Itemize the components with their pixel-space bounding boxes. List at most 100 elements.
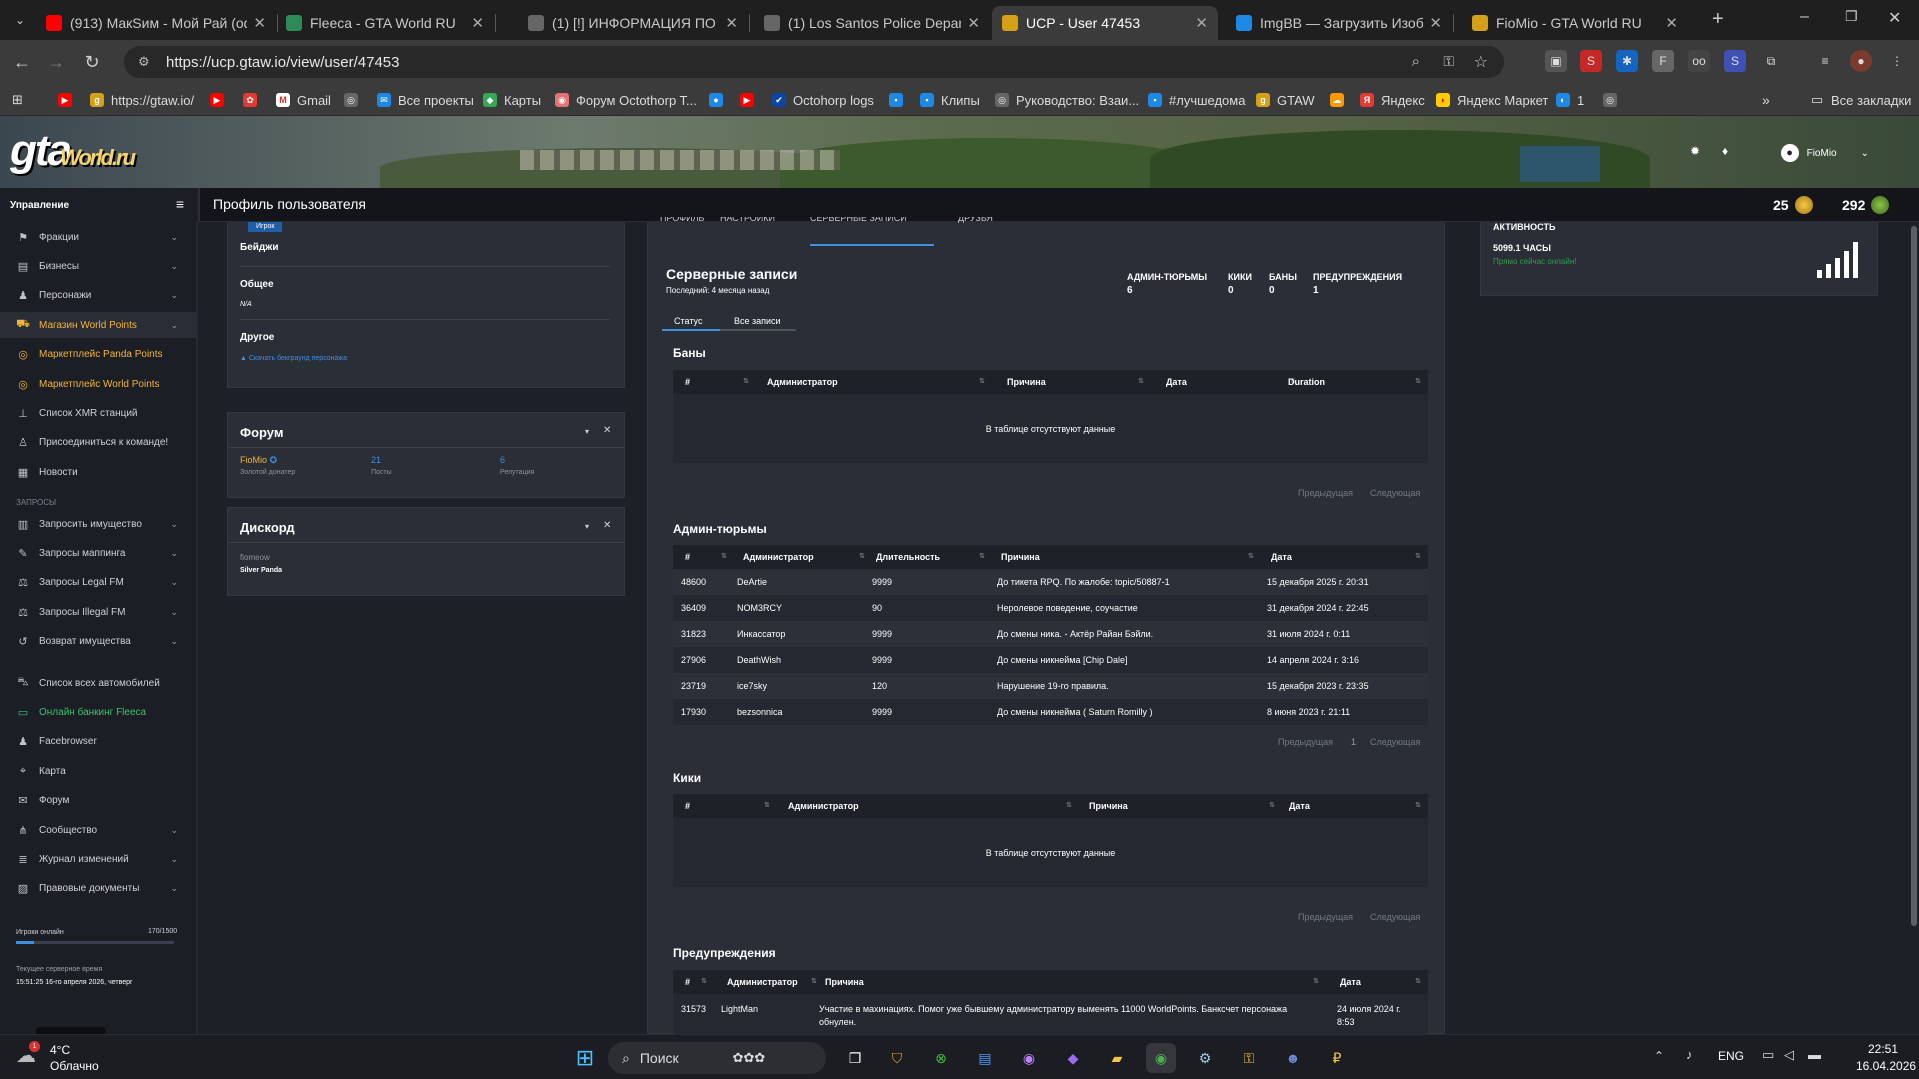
task-view-icon[interactable]: ❐ xyxy=(840,1043,870,1073)
sort-icon[interactable]: ⇅ xyxy=(979,377,985,385)
extension-icon[interactable]: ▣ xyxy=(1545,50,1567,72)
bans-col-admin[interactable]: Администратор xyxy=(767,377,838,387)
sidebar-item-scale[interactable]: ⚖ Запросы Illegal FM ⌄ xyxy=(0,599,196,625)
sidebar-item-flag[interactable]: ⚑ Фракции ⌄ xyxy=(0,224,196,250)
sort-icon[interactable]: ⇅ xyxy=(1415,801,1421,809)
sort-icon[interactable]: ⇅ xyxy=(743,377,749,385)
bans-col-id[interactable]: # xyxy=(685,377,690,387)
minimize-button[interactable]: – xyxy=(1800,8,1809,26)
close-window-button[interactable]: ✕ xyxy=(1888,8,1901,28)
jails-col-admin[interactable]: Администратор xyxy=(743,552,814,562)
bookmark-gtaw[interactable]: g GTAW xyxy=(1256,91,1315,109)
taskbar-search[interactable]: ⌕ Поиск ✿✿✿ xyxy=(608,1042,826,1074)
kicks-prev-button[interactable]: Предыдущая xyxy=(1298,912,1353,922)
browser-tab[interactable]: Fleeca - GTA World RU ✕ xyxy=(276,6,494,40)
sort-icon[interactable]: ⇅ xyxy=(1415,552,1421,560)
sidebar-item-user-plus[interactable]: ♙ Присоединиться к команде! xyxy=(0,430,196,456)
kicks-col-date[interactable]: Дата xyxy=(1289,801,1310,811)
jails-col-id[interactable]: # xyxy=(685,552,690,562)
close-tab-icon[interactable]: ✕ xyxy=(471,14,484,32)
volume-icon[interactable]: ◁ xyxy=(1784,1047,1794,1063)
bookmark-octothorp-forum[interactable]: ◉ Форум Octothorp T... xyxy=(555,91,697,109)
kicks-col-reason[interactable]: Причина xyxy=(1089,801,1128,811)
bans-prev-button[interactable]: Предыдущая xyxy=(1298,488,1353,498)
extension-glasses-icon[interactable]: oo xyxy=(1688,50,1710,72)
bookmark-youtube-2[interactable]: ▶ xyxy=(210,91,231,109)
network-icon[interactable]: ▭ xyxy=(1762,1047,1774,1063)
warnings-col-reason[interactable]: Причина xyxy=(825,977,864,987)
notepad-icon[interactable]: ▤ xyxy=(970,1043,1000,1073)
bans-col-duration[interactable]: Duration xyxy=(1288,377,1325,387)
battery-icon[interactable]: ▬ xyxy=(1808,1047,1821,1062)
close-tab-icon[interactable]: ✕ xyxy=(967,14,980,32)
sidebar-item-users[interactable]: ♟ Facebrowser xyxy=(0,729,196,755)
close-tab-icon[interactable]: ✕ xyxy=(725,14,738,32)
profile-avatar[interactable]: ● xyxy=(1850,50,1872,72)
sidebar-item-bank[interactable]: ▭ Онлайн банкинг Fleeca xyxy=(0,699,196,725)
profile-tab[interactable]: ПРОФИЛЬ xyxy=(660,217,704,229)
bookmark-chrome[interactable]: ● xyxy=(709,91,730,109)
sidebar-item-briefcase[interactable]: ▤ Бизнесы ⌄ xyxy=(0,253,196,279)
new-tab-button[interactable]: + xyxy=(1712,8,1724,31)
tab-search-icon[interactable]: ⌄ xyxy=(6,6,34,34)
close-icon[interactable]: ✕ xyxy=(603,425,611,436)
browser-menu-icon[interactable]: ⋮ xyxy=(1886,50,1908,72)
bookmark-clips[interactable]: ▪ Клипы xyxy=(920,91,980,109)
bookmark-chat[interactable]: ▪ xyxy=(889,91,910,109)
close-tab-icon[interactable]: ✕ xyxy=(1429,14,1442,32)
apps-grid-icon[interactable]: ⊞ xyxy=(12,91,23,109)
sort-icon[interactable]: ⇅ xyxy=(1269,801,1275,809)
sort-icon[interactable]: ⇅ xyxy=(764,801,770,809)
microphone-icon[interactable]: ♪ xyxy=(1686,1047,1693,1062)
all-bookmarks-button[interactable]: ▭ Все закладки xyxy=(1810,91,1912,109)
page-scrollbar[interactable] xyxy=(1909,222,1919,1034)
discord-icon[interactable]: ☻ xyxy=(1278,1043,1308,1073)
sidebar-item-share[interactable]: ⋔ Сообщество ⌄ xyxy=(0,817,196,843)
hamburger-menu-icon[interactable]: ≡ xyxy=(176,196,184,212)
sidebar-item-user[interactable]: ♟ Персонажи ⌄ xyxy=(0,283,196,309)
url-input[interactable]: ⚙ https://ucp.gtaw.io/view/user/47453 ⌕ … xyxy=(124,46,1504,78)
bans-col-reason[interactable]: Причина xyxy=(1007,377,1046,387)
extension-s2-icon[interactable]: S xyxy=(1724,50,1746,72)
sort-icon[interactable]: ⇅ xyxy=(1415,977,1421,985)
bans-col-date[interactable]: Дата xyxy=(1166,377,1187,387)
file-explorer-icon[interactable]: ▰ xyxy=(1102,1043,1132,1073)
sort-icon[interactable]: ⇅ xyxy=(1313,977,1319,985)
browser-tab[interactable]: UCP - User 47453 ✕ xyxy=(992,6,1218,40)
bookmark-maps[interactable]: ◆ Карты xyxy=(483,91,541,109)
sort-icon[interactable]: ⇅ xyxy=(859,552,865,560)
clock-time[interactable]: 22:51 xyxy=(1868,1042,1898,1056)
bookmark-gtaw-home[interactable]: g https://gtaw.io/ xyxy=(90,91,194,109)
bookmark-youtube[interactable]: ▶ xyxy=(58,91,79,109)
bookmark-octohorp-logs[interactable]: ✔ Octohorp logs xyxy=(772,91,874,109)
windows-start-icon[interactable]: ⊞ xyxy=(570,1043,600,1073)
sidebar-item-car[interactable]: ⛍ Список всех автомобилей xyxy=(0,670,196,696)
bookmark-app[interactable]: ✿ xyxy=(243,91,264,109)
kicks-next-button[interactable]: Следующая xyxy=(1370,912,1420,922)
browser-tab[interactable]: (913) МакSим - Мой Рай (офи ✕ xyxy=(36,6,276,40)
browser-tab[interactable]: (1) [!] ИНФОРМАЦИЯ ПО ПРО ✕ xyxy=(518,6,748,40)
sidebar-item-undo[interactable]: ↺ Возврат имущества ⌄ xyxy=(0,629,196,655)
bookmark-youtube-3[interactable]: ▶ xyxy=(740,91,761,109)
profile-tab[interactable]: СЕРВЕРНЫЕ ЗАПИСИ xyxy=(810,217,907,229)
language-indicator[interactable]: ENG xyxy=(1718,1049,1744,1063)
app-r-icon[interactable]: ₽ xyxy=(1322,1043,1352,1073)
sort-icon[interactable]: ⇅ xyxy=(979,552,985,560)
warnings-col-date[interactable]: Дата xyxy=(1340,977,1361,987)
sidebar-item-comments[interactable]: ✉ Форум xyxy=(0,788,196,814)
browser-tab[interactable]: FioMio - GTA World RU ✕ xyxy=(1462,6,1688,40)
forum-posts-count[interactable]: 21 xyxy=(371,455,381,465)
close-tab-icon[interactable]: ✕ xyxy=(1195,14,1208,32)
tray-chevron-icon[interactable]: ⌃ xyxy=(1654,1049,1664,1063)
clock-date[interactable]: 16.04.2026 xyxy=(1856,1059,1916,1073)
forward-icon[interactable]: → xyxy=(42,48,70,76)
zoom-icon[interactable]: ⌕ xyxy=(1412,53,1420,70)
chrome-icon[interactable]: ◉ xyxy=(1146,1043,1176,1073)
profile-tab[interactable]: ДРУЗЬЯ xyxy=(958,217,993,229)
steam-icon[interactable]: ⚙ xyxy=(1190,1043,1220,1073)
site-logo[interactable]: gtaWorld.ru xyxy=(10,126,136,176)
extension-s-icon[interactable]: S xyxy=(1580,50,1602,72)
bookmark-all-projects[interactable]: ✉ Все проекты xyxy=(377,91,474,109)
close-tab-icon[interactable]: ✕ xyxy=(1665,14,1678,32)
notification-bell-icon[interactable]: ♦ xyxy=(1722,144,1728,158)
